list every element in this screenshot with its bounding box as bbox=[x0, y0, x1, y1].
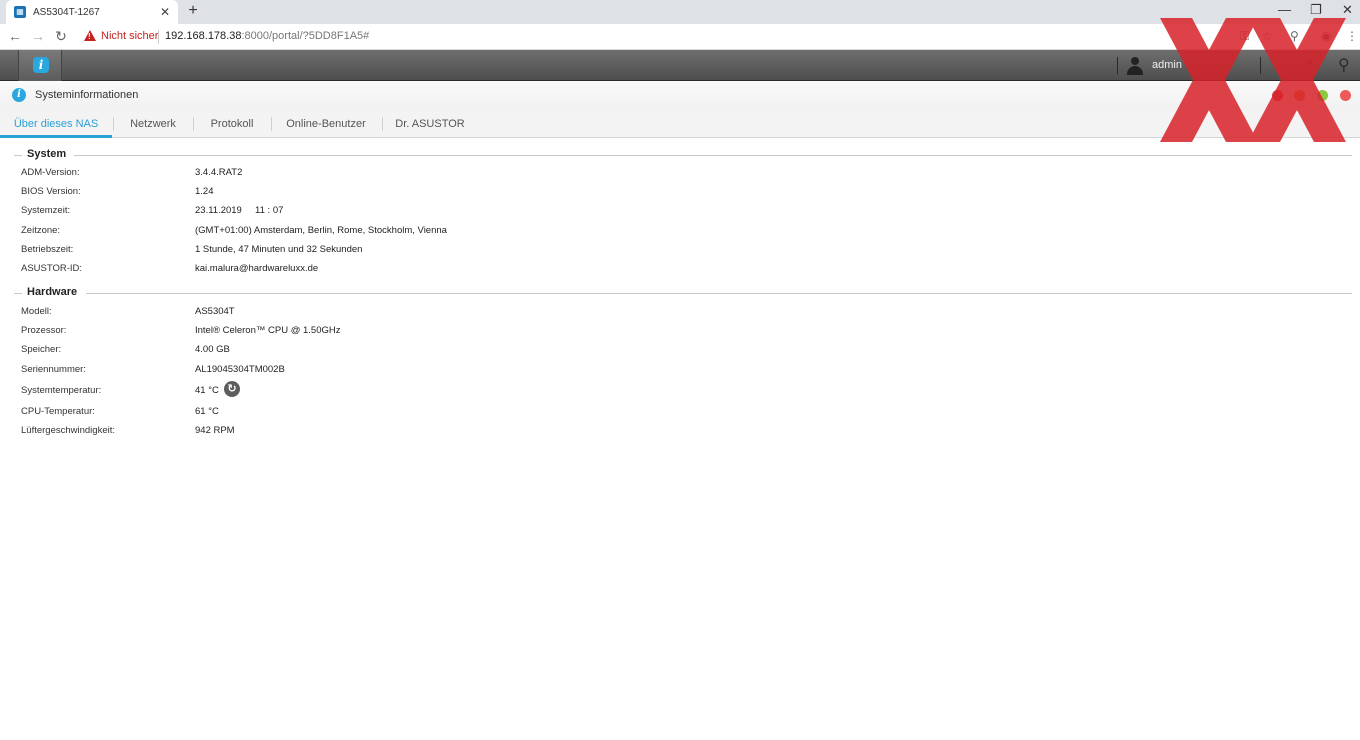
memory-value: 4.00 GB bbox=[195, 344, 230, 355]
asustor-id-label: ASUSTOR-ID: bbox=[21, 263, 83, 274]
reload-icon[interactable]: ↻ bbox=[53, 28, 69, 45]
back-icon[interactable]: ← bbox=[7, 28, 23, 44]
bios-version-value: 1.24 bbox=[195, 186, 214, 197]
temperature-refresh-icon[interactable]: ↻ bbox=[224, 381, 240, 397]
processor-value: Intel® Celeron™ CPU @ 1.50GHz bbox=[195, 325, 341, 336]
browser-toolbar: ← → ↻ ! Nicht sicher 192.168.178.38:8000… bbox=[0, 24, 1360, 50]
bios-version-label: BIOS Version: bbox=[21, 186, 81, 197]
info-icon: i bbox=[12, 88, 26, 102]
timezone-label: Zeitzone: bbox=[21, 225, 61, 236]
tab-dr-asustor[interactable]: Dr. ASUSTOR bbox=[383, 109, 477, 138]
model-value: AS5304T bbox=[195, 306, 235, 317]
hardwareluxx-watermark-logo bbox=[1160, 18, 1346, 142]
browser-tab-strip: ▦ AS5304T-1267 ✕ + — ❐ ✕ bbox=[0, 0, 1360, 24]
uptime-value: 1 Stunde, 47 Minuten und 32 Sekunden bbox=[195, 244, 363, 255]
minimize-window-icon[interactable]: — bbox=[1278, 2, 1291, 17]
serial-number-label: Seriennummer: bbox=[21, 364, 86, 375]
system-temperature-label: Systemtemperatur: bbox=[21, 385, 102, 396]
address-input[interactable]: 192.168.178.38:8000/portal/?5DD8F1A5# bbox=[165, 30, 369, 42]
cpu-temperature-value: 61 °C bbox=[195, 406, 219, 417]
uptime-label: Betriebszeit: bbox=[21, 244, 74, 255]
section-title: Hardware bbox=[27, 286, 84, 298]
cpu-temperature-label: CPU-Temperatur: bbox=[21, 406, 95, 417]
browser-tab[interactable]: ▦ AS5304T-1267 ✕ bbox=[6, 0, 178, 24]
serial-number-value: AL19045304TM002B bbox=[195, 364, 285, 375]
tab-log[interactable]: Protokoll bbox=[194, 109, 270, 138]
memory-label: Speicher: bbox=[21, 344, 62, 355]
adm-taskbar: i admin ◔ ⚲ bbox=[0, 50, 1360, 81]
browser-menu-icon[interactable]: ⋮ bbox=[1346, 29, 1358, 43]
tab-bar: Über dieses NAS Netzwerk Protokoll Onlin… bbox=[0, 109, 1360, 138]
window-titlebar: i Systeminformationen bbox=[0, 81, 1360, 109]
new-tab-button[interactable]: + bbox=[184, 2, 202, 20]
timezone-value: (GMT+01:00) Amsterdam, Berlin, Rome, Sto… bbox=[195, 225, 447, 236]
system-temperature-value: 41 °C bbox=[195, 385, 219, 396]
section-system-header: System bbox=[14, 148, 1352, 162]
adm-version-label: ADM-Version: bbox=[21, 167, 80, 178]
forward-icon[interactable]: → bbox=[30, 28, 46, 44]
system-information-icon: i bbox=[33, 57, 49, 73]
processor-label: Prozessor: bbox=[21, 325, 67, 336]
nas-favicon-icon: ▦ bbox=[14, 6, 26, 18]
tab-online-users[interactable]: Online-Benutzer bbox=[272, 109, 380, 138]
security-indicator[interactable]: Nicht sicher bbox=[101, 30, 158, 42]
adm-version-value: 3.4.4.RAT2 bbox=[195, 167, 243, 178]
browser-tab-title: AS5304T-1267 bbox=[33, 6, 100, 18]
window-title: Systeminformationen bbox=[35, 89, 139, 101]
adm-app-button[interactable]: i bbox=[18, 50, 62, 81]
tab-network[interactable]: Netzwerk bbox=[114, 109, 192, 138]
section-hardware-header: Hardware bbox=[14, 286, 1352, 300]
asustor-id-value: kai.malura@hardwareluxx.de bbox=[195, 263, 319, 274]
section-title: System bbox=[27, 148, 73, 160]
fan-speed-value: 942 RPM bbox=[195, 425, 235, 436]
system-time-value: 23.11.2019 11 : 07 bbox=[195, 205, 284, 216]
system-time-label: Systemzeit: bbox=[21, 205, 71, 216]
close-window-icon[interactable]: ✕ bbox=[1342, 2, 1353, 18]
close-tab-icon[interactable]: ✕ bbox=[160, 5, 170, 19]
model-label: Modell: bbox=[21, 306, 52, 317]
fan-speed-label: Lüftergeschwindigkeit: bbox=[21, 425, 115, 436]
restore-window-icon[interactable]: ❐ bbox=[1310, 2, 1322, 18]
user-icon[interactable] bbox=[1126, 57, 1144, 75]
tab-about-nas[interactable]: Über dieses NAS bbox=[0, 109, 112, 138]
